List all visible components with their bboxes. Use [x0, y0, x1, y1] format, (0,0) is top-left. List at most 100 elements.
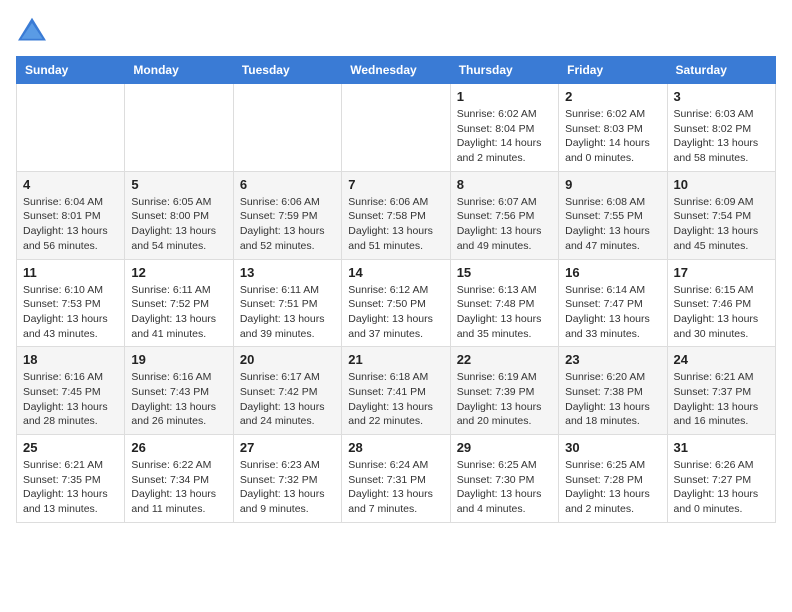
calendar-cell: 3 Sunrise: 6:03 AMSunset: 8:02 PMDaylight… [667, 84, 775, 172]
day-number: 22 [457, 352, 552, 367]
day-number: 8 [457, 177, 552, 192]
day-info: Sunrise: 6:10 AMSunset: 7:53 PMDaylight:… [23, 283, 118, 342]
day-number: 10 [674, 177, 769, 192]
calendar-cell: 23 Sunrise: 6:20 AMSunset: 7:38 PMDayligh… [559, 347, 667, 435]
calendar-cell [17, 84, 125, 172]
day-number: 12 [131, 265, 226, 280]
day-info: Sunrise: 6:21 AMSunset: 7:37 PMDaylight:… [674, 370, 769, 429]
calendar-cell: 1 Sunrise: 6:02 AMSunset: 8:04 PMDaylight… [450, 84, 558, 172]
calendar-cell [342, 84, 450, 172]
calendar-cell: 29 Sunrise: 6:25 AMSunset: 7:30 PMDayligh… [450, 435, 558, 523]
calendar-cell [233, 84, 341, 172]
calendar-header-thursday: Thursday [450, 57, 558, 84]
day-info: Sunrise: 6:15 AMSunset: 7:46 PMDaylight:… [674, 283, 769, 342]
calendar-cell: 13 Sunrise: 6:11 AMSunset: 7:51 PMDayligh… [233, 259, 341, 347]
day-info: Sunrise: 6:02 AMSunset: 8:03 PMDaylight:… [565, 107, 660, 166]
calendar-week-row: 18 Sunrise: 6:16 AMSunset: 7:45 PMDayligh… [17, 347, 776, 435]
day-number: 18 [23, 352, 118, 367]
day-info: Sunrise: 6:11 AMSunset: 7:52 PMDaylight:… [131, 283, 226, 342]
day-number: 9 [565, 177, 660, 192]
day-number: 4 [23, 177, 118, 192]
day-number: 24 [674, 352, 769, 367]
day-number: 23 [565, 352, 660, 367]
calendar-cell: 10 Sunrise: 6:09 AMSunset: 7:54 PMDayligh… [667, 171, 775, 259]
calendar-cell: 24 Sunrise: 6:21 AMSunset: 7:37 PMDayligh… [667, 347, 775, 435]
calendar-cell: 6Sunrise: 6:06 AMSunset: 7:59 PMDaylight… [233, 171, 341, 259]
day-number: 11 [23, 265, 118, 280]
day-number: 5 [131, 177, 226, 192]
calendar-cell: 15 Sunrise: 6:13 AMSunset: 7:48 PMDayligh… [450, 259, 558, 347]
day-info: Sunrise: 6:05 AMSunset: 8:00 PMDaylight:… [131, 195, 226, 254]
calendar-cell: 19 Sunrise: 6:16 AMSunset: 7:43 PMDayligh… [125, 347, 233, 435]
calendar-header-sunday: Sunday [17, 57, 125, 84]
calendar-header-saturday: Saturday [667, 57, 775, 84]
calendar-header-monday: Monday [125, 57, 233, 84]
day-info: Sunrise: 6:23 AMSunset: 7:32 PMDaylight:… [240, 458, 335, 517]
calendar-cell: 26 Sunrise: 6:22 AMSunset: 7:34 PMDayligh… [125, 435, 233, 523]
day-number: 28 [348, 440, 443, 455]
calendar-cell: 16 Sunrise: 6:14 AMSunset: 7:47 PMDayligh… [559, 259, 667, 347]
calendar-header-friday: Friday [559, 57, 667, 84]
calendar-header-row: SundayMondayTuesdayWednesdayThursdayFrid… [17, 57, 776, 84]
calendar-cell: 30Sunrise: 6:25 AMSunset: 7:28 PMDayligh… [559, 435, 667, 523]
day-info: Sunrise: 6:08 AMSunset: 7:55 PMDaylight:… [565, 195, 660, 254]
day-info: Sunrise: 6:13 AMSunset: 7:48 PMDaylight:… [457, 283, 552, 342]
day-number: 21 [348, 352, 443, 367]
day-info: Sunrise: 6:22 AMSunset: 7:34 PMDaylight:… [131, 458, 226, 517]
calendar-cell: 11 Sunrise: 6:10 AMSunset: 7:53 PMDayligh… [17, 259, 125, 347]
calendar-header-wednesday: Wednesday [342, 57, 450, 84]
day-info: Sunrise: 6:11 AMSunset: 7:51 PMDaylight:… [240, 283, 335, 342]
calendar-week-row: 11 Sunrise: 6:10 AMSunset: 7:53 PMDayligh… [17, 259, 776, 347]
day-info: Sunrise: 6:12 AMSunset: 7:50 PMDaylight:… [348, 283, 443, 342]
day-number: 31 [674, 440, 769, 455]
calendar-cell: 14 Sunrise: 6:12 AMSunset: 7:50 PMDayligh… [342, 259, 450, 347]
calendar-cell: 25 Sunrise: 6:21 AMSunset: 7:35 PMDayligh… [17, 435, 125, 523]
day-number: 2 [565, 89, 660, 104]
day-number: 20 [240, 352, 335, 367]
day-number: 6 [240, 177, 335, 192]
day-info: Sunrise: 6:21 AMSunset: 7:35 PMDaylight:… [23, 458, 118, 517]
calendar-cell: 17 Sunrise: 6:15 AMSunset: 7:46 PMDayligh… [667, 259, 775, 347]
day-info: Sunrise: 6:16 AMSunset: 7:45 PMDaylight:… [23, 370, 118, 429]
day-number: 16 [565, 265, 660, 280]
page-header [16, 16, 776, 44]
day-info: Sunrise: 6:06 AMSunset: 7:58 PMDaylight:… [348, 195, 443, 254]
calendar-cell: 22 Sunrise: 6:19 AMSunset: 7:39 PMDayligh… [450, 347, 558, 435]
day-info: Sunrise: 6:09 AMSunset: 7:54 PMDaylight:… [674, 195, 769, 254]
calendar-week-row: 1 Sunrise: 6:02 AMSunset: 8:04 PMDaylight… [17, 84, 776, 172]
calendar-week-row: 4 Sunrise: 6:04 AMSunset: 8:01 PMDaylight… [17, 171, 776, 259]
day-info: Sunrise: 6:14 AMSunset: 7:47 PMDaylight:… [565, 283, 660, 342]
day-number: 1 [457, 89, 552, 104]
day-number: 17 [674, 265, 769, 280]
calendar-header-tuesday: Tuesday [233, 57, 341, 84]
day-number: 27 [240, 440, 335, 455]
calendar-cell: 31 Sunrise: 6:26 AMSunset: 7:27 PMDayligh… [667, 435, 775, 523]
day-info: Sunrise: 6:04 AMSunset: 8:01 PMDaylight:… [23, 195, 118, 254]
day-number: 13 [240, 265, 335, 280]
day-number: 25 [23, 440, 118, 455]
calendar-cell: 2 Sunrise: 6:02 AMSunset: 8:03 PMDaylight… [559, 84, 667, 172]
day-number: 15 [457, 265, 552, 280]
day-number: 26 [131, 440, 226, 455]
calendar-cell: 12 Sunrise: 6:11 AMSunset: 7:52 PMDayligh… [125, 259, 233, 347]
day-info: Sunrise: 6:03 AMSunset: 8:02 PMDaylight:… [674, 107, 769, 166]
day-number: 7 [348, 177, 443, 192]
day-info: Sunrise: 6:19 AMSunset: 7:39 PMDaylight:… [457, 370, 552, 429]
day-info: Sunrise: 6:18 AMSunset: 7:41 PMDaylight:… [348, 370, 443, 429]
calendar-table: SundayMondayTuesdayWednesdayThursdayFrid… [16, 56, 776, 523]
day-info: Sunrise: 6:25 AMSunset: 7:30 PMDaylight:… [457, 458, 552, 517]
day-info: Sunrise: 6:16 AMSunset: 7:43 PMDaylight:… [131, 370, 226, 429]
calendar-cell: 5 Sunrise: 6:05 AMSunset: 8:00 PMDaylight… [125, 171, 233, 259]
day-info: Sunrise: 6:02 AMSunset: 8:04 PMDaylight:… [457, 107, 552, 166]
day-number: 3 [674, 89, 769, 104]
day-info: Sunrise: 6:26 AMSunset: 7:27 PMDaylight:… [674, 458, 769, 517]
logo-icon [16, 16, 48, 44]
day-number: 19 [131, 352, 226, 367]
day-info: Sunrise: 6:07 AMSunset: 7:56 PMDaylight:… [457, 195, 552, 254]
logo [16, 16, 52, 44]
calendar-cell: 9 Sunrise: 6:08 AMSunset: 7:55 PMDaylight… [559, 171, 667, 259]
day-info: Sunrise: 6:20 AMSunset: 7:38 PMDaylight:… [565, 370, 660, 429]
day-number: 29 [457, 440, 552, 455]
calendar-cell: 28Sunrise: 6:24 AMSunset: 7:31 PMDayligh… [342, 435, 450, 523]
day-number: 14 [348, 265, 443, 280]
